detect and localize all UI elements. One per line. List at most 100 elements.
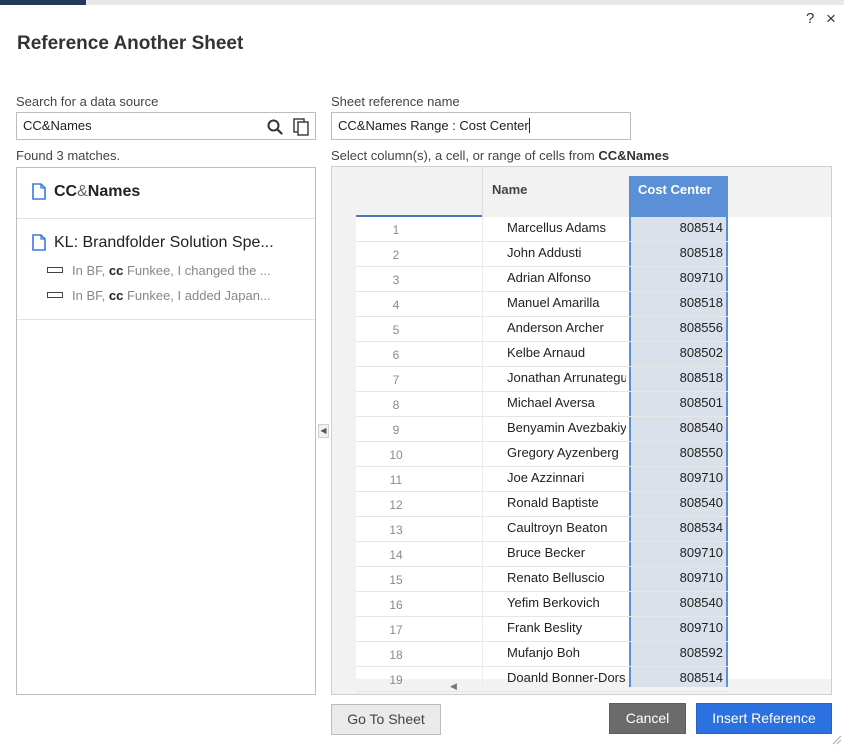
table-row[interactable]: 4 Manuel Amarilla 808518 xyxy=(356,292,728,317)
cell-name[interactable]: Adrian Alfonso xyxy=(507,270,626,285)
table-row[interactable]: 2 John Addusti 808518 xyxy=(356,242,728,267)
cell-cost-center[interactable]: 809710 xyxy=(629,270,723,285)
cell-cost-center[interactable]: 808518 xyxy=(629,245,723,260)
cell-cost-center[interactable]: 809710 xyxy=(629,620,723,635)
cell-cost-center[interactable]: 809710 xyxy=(629,570,723,585)
table-row[interactable]: 18 Mufanjo Boh 808592 xyxy=(356,642,728,667)
cell-name[interactable]: Yefim Berkovich xyxy=(507,595,626,610)
search-results-panel: CC&Names KL: Brandfolder Solution Spe...… xyxy=(16,167,316,695)
table-row[interactable]: 1 Marcellus Adams 808514 xyxy=(356,217,728,242)
copy-sheet-icon[interactable] xyxy=(293,118,309,136)
column-divider xyxy=(482,492,483,517)
scroll-left-arrow-icon[interactable]: ◀ xyxy=(450,681,457,692)
cell-name[interactable]: John Addusti xyxy=(507,245,626,260)
table-row[interactable]: 9 Benyamin Avezbakiyev808540 xyxy=(356,417,728,442)
row-number[interactable]: 8 xyxy=(356,398,436,412)
help-icon[interactable]: ? xyxy=(806,10,814,27)
row-number[interactable]: 3 xyxy=(356,273,436,287)
table-row[interactable]: 8 Michael Aversa 808501 xyxy=(356,392,728,417)
row-number[interactable]: 18 xyxy=(356,648,436,662)
row-number[interactable]: 17 xyxy=(356,623,436,637)
table-row[interactable]: 5 Anderson Archer 808556 xyxy=(356,317,728,342)
table-row[interactable]: 12 Ronald Baptiste 808540 xyxy=(356,492,728,517)
cell-cost-center[interactable]: 808518 xyxy=(629,370,723,385)
cell-name[interactable]: Marcellus Adams xyxy=(507,220,626,235)
cell-cost-center[interactable]: 808501 xyxy=(629,395,723,410)
cell-name[interactable]: Joe Azzinnari xyxy=(507,470,626,485)
panel-collapse-handle[interactable]: ◀ xyxy=(318,424,329,438)
cell-cost-center[interactable]: 808540 xyxy=(629,495,723,510)
cell-cost-center[interactable]: 808514 xyxy=(629,220,723,235)
table-row[interactable]: 3 Adrian Alfonso 809710 xyxy=(356,267,728,292)
cancel-button[interactable]: Cancel xyxy=(609,703,686,734)
row-number[interactable]: 2 xyxy=(356,248,436,262)
cell-name[interactable]: Mufanjo Boh xyxy=(507,645,626,660)
cell-cost-center[interactable]: 808540 xyxy=(629,595,723,610)
cell-name[interactable]: Doanld Bonner-Dorsey xyxy=(507,670,626,685)
cell-cost-center[interactable]: 808592 xyxy=(629,645,723,660)
comment-highlight: cc xyxy=(108,288,124,303)
table-row[interactable]: 14 Bruce Becker 809710 xyxy=(356,542,728,567)
cell-cost-center[interactable]: 809710 xyxy=(629,470,723,485)
table-row[interactable]: 11 Joe Azzinnari 809710 xyxy=(356,467,728,492)
row-number[interactable]: 19 xyxy=(356,673,436,687)
row-number[interactable]: 16 xyxy=(356,598,436,612)
result-sheet-ccnames[interactable]: CC&Names xyxy=(17,168,315,219)
cell-name[interactable]: Caultroyn Beaton xyxy=(507,520,626,535)
cell-cost-center[interactable]: 808514 xyxy=(629,670,723,685)
table-row[interactable]: 10 Gregory Ayzenberg 808550 xyxy=(356,442,728,467)
cell-cost-center[interactable]: 808556 xyxy=(629,320,723,335)
table-row[interactable]: 19 Doanld Bonner-Dorsey808514 xyxy=(356,667,728,692)
row-number[interactable]: 10 xyxy=(356,448,436,462)
cell-cost-center[interactable]: 808502 xyxy=(629,345,723,360)
column-header-cost-center[interactable]: Cost Center xyxy=(629,176,728,217)
go-to-sheet-button[interactable]: Go To Sheet xyxy=(331,704,441,735)
comment-match[interactable]: In BF, cc Funkee, I added Japan... xyxy=(47,288,271,303)
row-number[interactable]: 12 xyxy=(356,498,436,512)
row-number[interactable]: 6 xyxy=(356,348,436,362)
cell-name[interactable]: Anderson Archer xyxy=(507,320,626,335)
cell-name[interactable]: Ronald Baptiste xyxy=(507,495,626,510)
row-number[interactable]: 9 xyxy=(356,423,436,437)
cell-name[interactable]: Manuel Amarilla xyxy=(507,295,626,310)
table-row[interactable]: 15 Renato Belluscio 809710 xyxy=(356,567,728,592)
row-number[interactable]: 11 xyxy=(356,473,436,487)
cell-name[interactable]: Michael Aversa xyxy=(507,395,626,410)
column-header-name[interactable]: Name xyxy=(482,167,628,217)
search-icon[interactable] xyxy=(267,119,283,135)
cell-cost-center[interactable]: 808540 xyxy=(629,420,723,435)
column-divider xyxy=(482,442,483,467)
cell-cost-center[interactable]: 808518 xyxy=(629,295,723,310)
insert-reference-button[interactable]: Insert Reference xyxy=(696,703,832,734)
result-sheet-brandfolder[interactable]: KL: Brandfolder Solution Spe... In BF, c… xyxy=(17,219,315,320)
sheet-icon xyxy=(32,234,46,251)
table-row[interactable]: 7 Jonathan Arrunategui 808518 xyxy=(356,367,728,392)
cell-name[interactable]: Gregory Ayzenberg xyxy=(507,445,626,460)
table-row[interactable]: 16 Yefim Berkovich 808540 xyxy=(356,592,728,617)
cell-name[interactable]: Renato Belluscio xyxy=(507,570,626,585)
cell-cost-center[interactable]: 808550 xyxy=(629,445,723,460)
column-divider xyxy=(482,517,483,542)
cell-cost-center[interactable]: 808534 xyxy=(629,520,723,535)
row-number[interactable]: 4 xyxy=(356,298,436,312)
cell-name[interactable]: Kelbe Arnaud xyxy=(507,345,626,360)
table-row[interactable]: 17 Frank Beslity 809710 xyxy=(356,617,728,642)
cell-name[interactable]: Jonathan Arrunategui xyxy=(507,370,626,385)
row-number[interactable]: 13 xyxy=(356,523,436,537)
cell-name[interactable]: Frank Beslity xyxy=(507,620,626,635)
row-number[interactable]: 15 xyxy=(356,573,436,587)
comment-match[interactable]: In BF, cc Funkee, I changed the ... xyxy=(47,263,271,278)
table-row[interactable]: 13 Caultroyn Beaton 808534 xyxy=(356,517,728,542)
row-number[interactable]: 14 xyxy=(356,548,436,562)
row-number[interactable]: 5 xyxy=(356,323,436,337)
row-number[interactable]: 1 xyxy=(356,223,436,237)
cell-name[interactable]: Bruce Becker xyxy=(507,545,626,560)
table-row[interactable]: 6 Kelbe Arnaud 808502 xyxy=(356,342,728,367)
cell-name[interactable]: Benyamin Avezbakiyev xyxy=(507,420,626,435)
row-number[interactable]: 7 xyxy=(356,373,436,387)
comment-icon xyxy=(47,267,63,273)
reference-name-input[interactable]: CC&Names Range : Cost Center xyxy=(331,112,631,140)
close-icon[interactable]: × xyxy=(826,9,836,29)
resize-grip-icon[interactable] xyxy=(832,735,842,745)
cell-cost-center[interactable]: 809710 xyxy=(629,545,723,560)
